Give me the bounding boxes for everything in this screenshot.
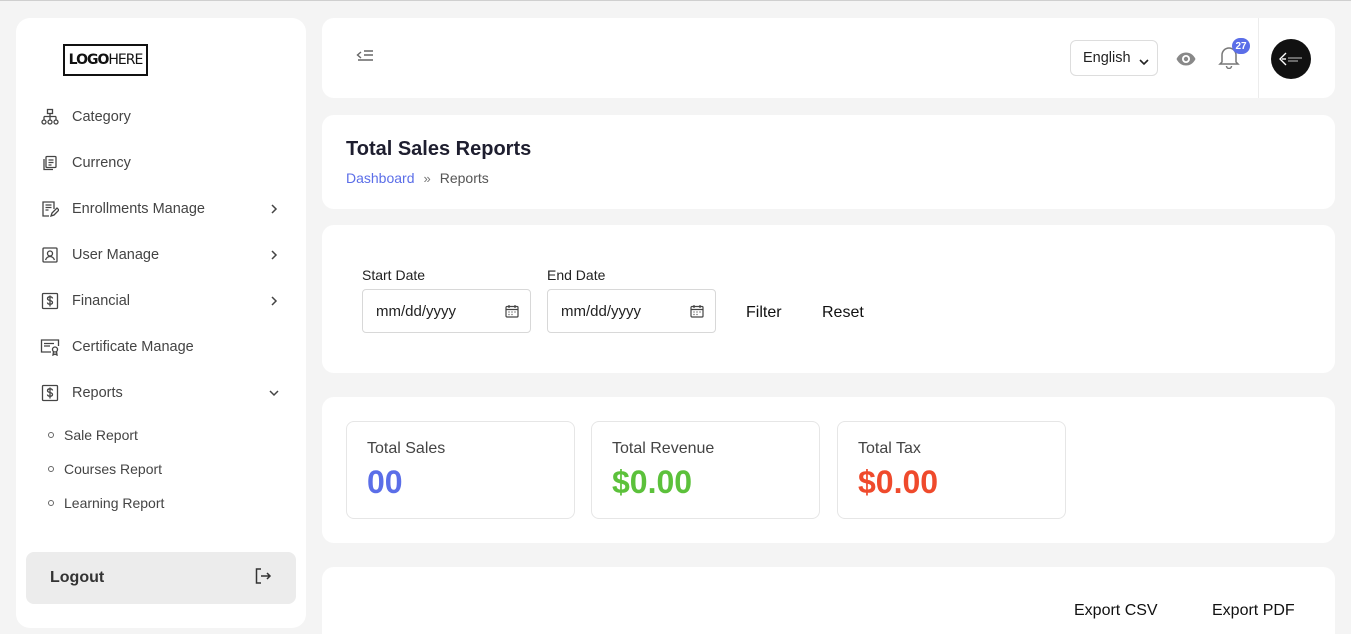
- topbar: English 27: [322, 18, 1335, 98]
- sub-item-label: Courses Report: [64, 461, 163, 477]
- sidebar-item-enrollments[interactable]: Enrollments Manage: [16, 186, 306, 232]
- language-value: English: [1083, 50, 1131, 66]
- calendar-icon[interactable]: [505, 304, 519, 322]
- end-date-placeholder: mm/dd/yyyy: [561, 302, 642, 320]
- bullet-icon: [48, 500, 54, 506]
- export-pdf-button[interactable]: Export PDF: [1212, 602, 1295, 620]
- export-csv-button[interactable]: Export CSV: [1074, 602, 1158, 620]
- avatar[interactable]: [1271, 39, 1311, 79]
- stat-total-tax: Total Tax $0.00: [837, 421, 1066, 519]
- start-date-label: Start Date: [362, 267, 426, 283]
- end-date-label: End Date: [547, 267, 606, 283]
- logout-button[interactable]: Logout: [26, 552, 296, 604]
- chevron-right-icon: [268, 249, 280, 261]
- breadcrumb-dashboard-link[interactable]: Dashboard: [346, 170, 415, 186]
- sidebar-item-currency[interactable]: Currency: [16, 140, 306, 186]
- logo-text-bold: LOGO: [68, 52, 110, 68]
- sub-item-learning-report[interactable]: Learning Report: [16, 486, 306, 520]
- sidebar-item-certificate[interactable]: Certificate Manage: [16, 324, 306, 370]
- stat-label: Total Revenue: [612, 440, 715, 457]
- logout-label: Logout: [50, 569, 105, 586]
- stat-value: $0.00: [858, 464, 939, 500]
- filter-button[interactable]: Filter: [746, 304, 782, 322]
- language-select[interactable]: English: [1070, 40, 1158, 76]
- sidebar-item-label: Enrollments Manage: [72, 201, 205, 217]
- user-card-icon: [40, 245, 60, 265]
- logo-text-light: HERE: [108, 52, 143, 68]
- logo[interactable]: LOGO HERE: [63, 44, 148, 76]
- filter-card: Start Date mm/dd/yyyy End Date mm/dd/yyy…: [322, 225, 1335, 373]
- sidebar-item-user-manage[interactable]: User Manage: [16, 232, 306, 278]
- bullet-icon: [48, 466, 54, 472]
- chevron-right-icon: [268, 295, 280, 307]
- stat-label: Total Tax: [858, 440, 921, 457]
- chevron-right-icon: [268, 203, 280, 215]
- notification-badge: 27: [1232, 38, 1250, 54]
- page-title: Total Sales Reports: [346, 138, 532, 160]
- stats-card: Total Sales 00 Total Revenue $0.00 Total…: [322, 397, 1335, 543]
- eye-icon[interactable]: [1175, 48, 1197, 70]
- calendar-icon[interactable]: [690, 304, 704, 322]
- export-card: Export CSV Export PDF: [322, 567, 1335, 634]
- edit-list-icon: [40, 199, 60, 219]
- sidebar-menu: Category Currency Enrollments Manage Use…: [16, 94, 306, 520]
- sidebar-item-label: User Manage: [72, 247, 160, 263]
- sidebar-item-label: Category: [72, 109, 131, 125]
- breadcrumb: Dashboard » Reports: [346, 170, 489, 186]
- dollar-box-icon: [40, 383, 60, 403]
- sidebar-item-label: Certificate Manage: [72, 339, 194, 355]
- logout-icon: [254, 567, 272, 590]
- chevron-down-icon: [1139, 54, 1149, 70]
- start-date-placeholder: mm/dd/yyyy: [376, 302, 457, 320]
- stat-value: $0.00: [612, 464, 693, 500]
- stat-total-sales: Total Sales 00: [346, 421, 575, 519]
- sub-item-sale-report[interactable]: Sale Report: [16, 418, 306, 452]
- breadcrumb-separator: »: [423, 170, 431, 186]
- stat-value: 00: [367, 464, 403, 500]
- reports-submenu: Sale Report Courses Report Learning Repo…: [16, 416, 306, 520]
- bullet-icon: [48, 432, 54, 438]
- sub-item-label: Learning Report: [64, 495, 165, 511]
- sidebar-item-label: Reports: [72, 385, 123, 401]
- documents-icon: [40, 153, 60, 173]
- sidebar-item-category[interactable]: Category: [16, 94, 306, 140]
- dollar-box-icon: [40, 291, 60, 311]
- sub-item-label: Sale Report: [64, 427, 138, 443]
- stat-total-revenue: Total Revenue $0.00: [591, 421, 820, 519]
- sidebar-item-label: Currency: [72, 155, 131, 171]
- sidebar-item-label: Financial: [72, 293, 131, 309]
- page-header-card: Total Sales Reports Dashboard » Reports: [322, 115, 1335, 209]
- reset-button[interactable]: Reset: [822, 304, 864, 322]
- topbar-divider: [1258, 18, 1259, 98]
- chevron-down-icon: [268, 387, 280, 399]
- sidebar: LOGO HERE Category Currency Enrollments …: [16, 18, 306, 628]
- breadcrumb-current: Reports: [439, 170, 489, 186]
- certificate-icon: [40, 337, 60, 357]
- sub-item-courses-report[interactable]: Courses Report: [16, 452, 306, 486]
- sidebar-item-financial[interactable]: Financial: [16, 278, 306, 324]
- sidebar-toggle-icon[interactable]: [356, 48, 376, 68]
- sidebar-item-reports[interactable]: Reports: [16, 370, 306, 416]
- sitemap-icon: [40, 107, 60, 127]
- end-date-input[interactable]: mm/dd/yyyy: [547, 289, 716, 333]
- start-date-input[interactable]: mm/dd/yyyy: [362, 289, 531, 333]
- stat-label: Total Sales: [367, 440, 446, 457]
